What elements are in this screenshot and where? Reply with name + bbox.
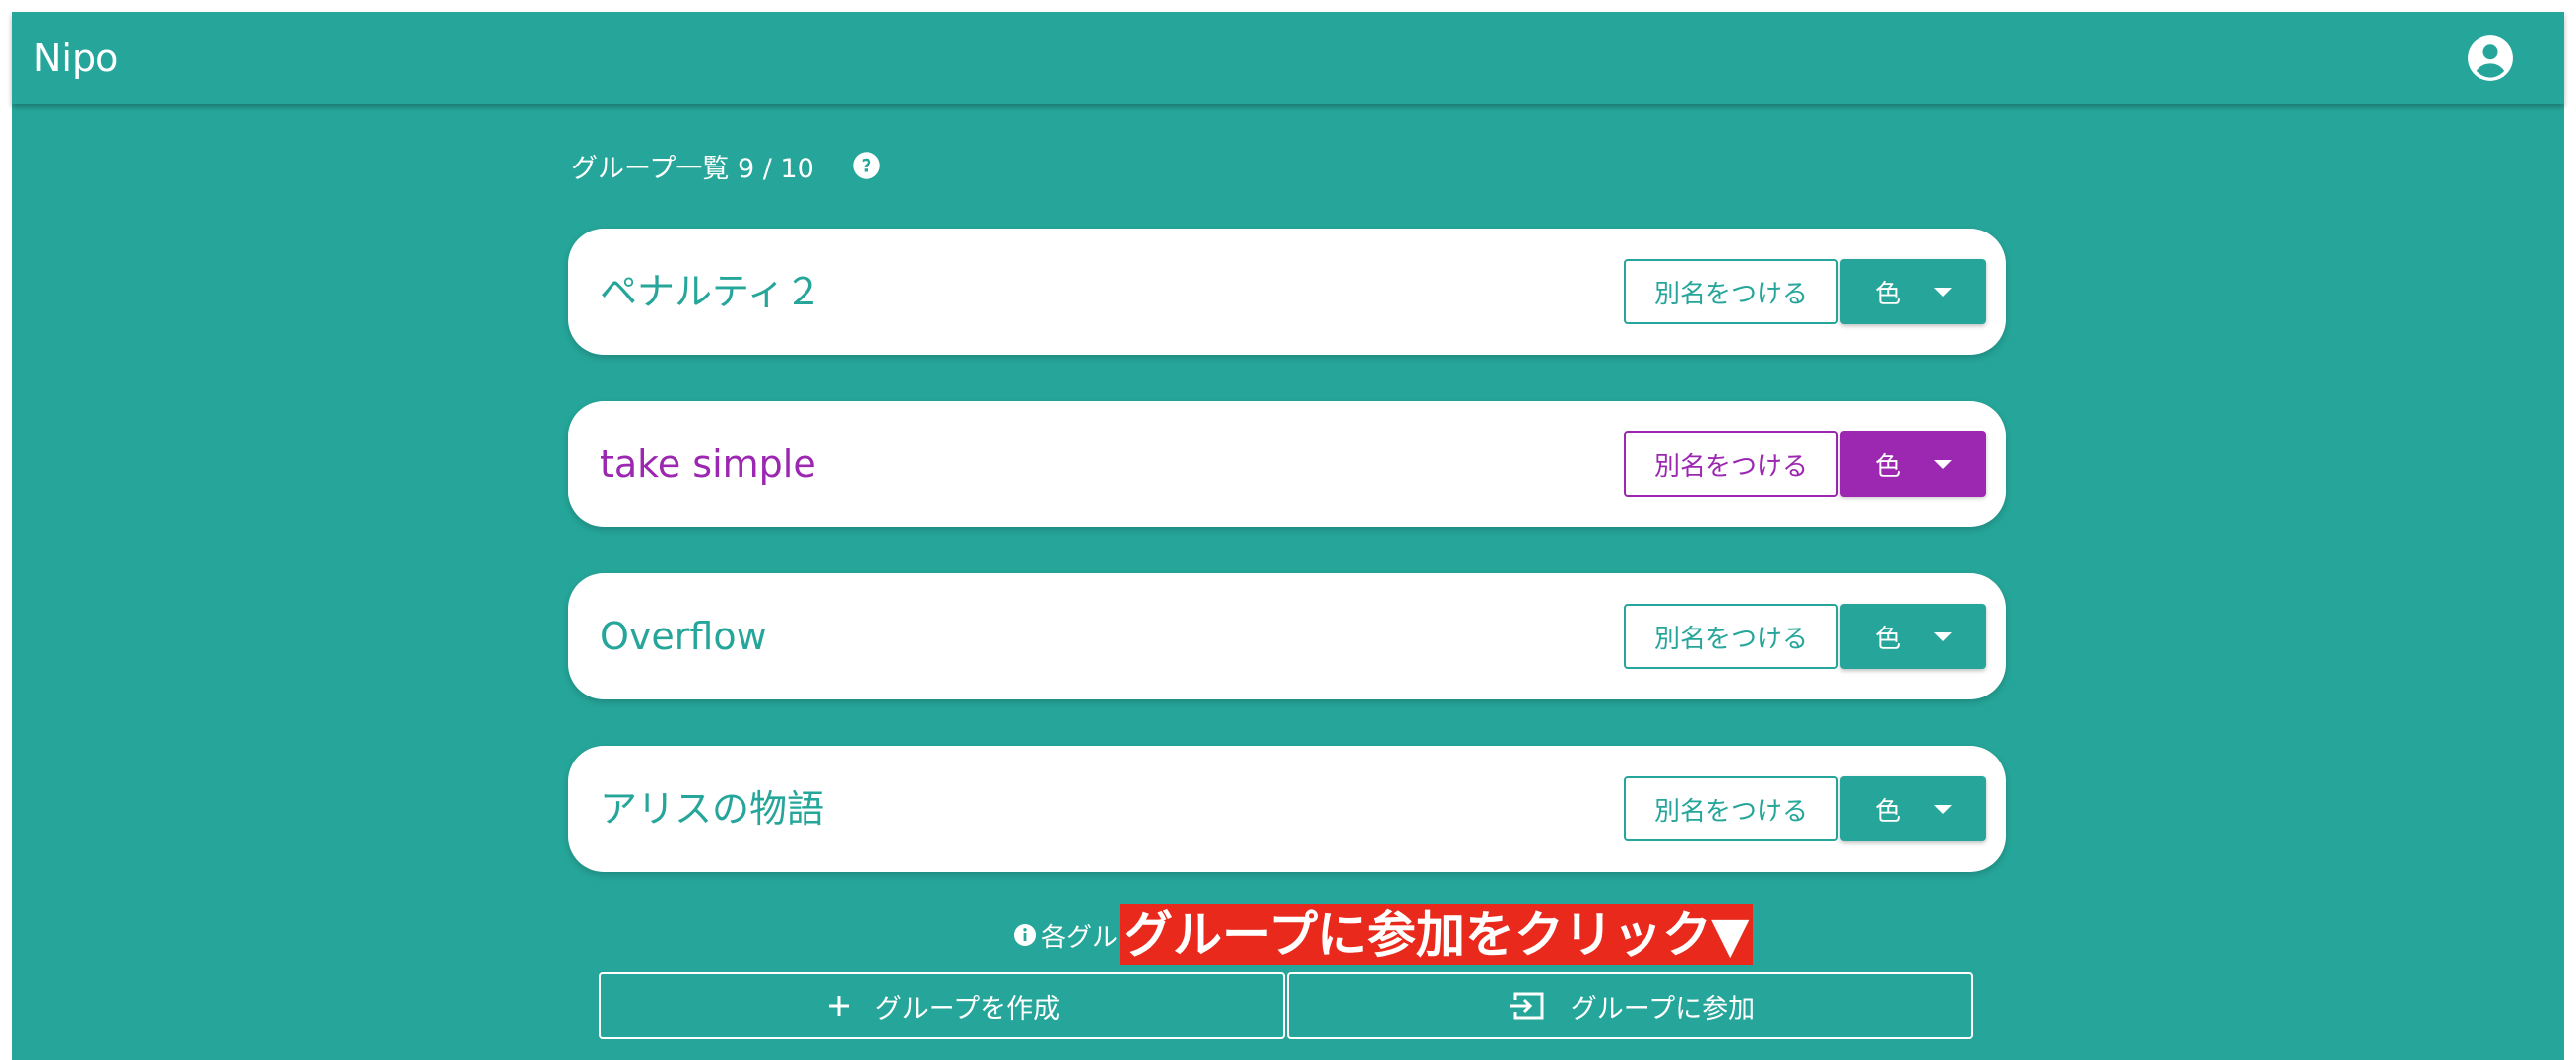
group-name[interactable]: アリスの物語 <box>600 746 824 872</box>
annotation-callout: グループに参加をクリック▼ <box>1120 904 1754 965</box>
group-list-header: グループ一覧 9 / 10 ? <box>571 146 881 185</box>
chevron-down-icon <box>1934 631 1952 641</box>
group-card: Overflow 別名をつける 色 <box>568 573 2006 699</box>
chevron-down-icon <box>1934 804 1952 814</box>
right-edge <box>2564 93 2576 187</box>
color-dropdown-button[interactable]: 色 <box>1840 604 1986 669</box>
group-name[interactable]: ペナルティ２ <box>600 229 822 355</box>
chevron-down-icon <box>1934 287 1952 297</box>
group-list-title: グループ一覧 9 / 10 <box>571 153 814 184</box>
join-group-button[interactable]: グループに参加 <box>1287 972 1973 1039</box>
alias-button[interactable]: 別名をつける <box>1624 259 1838 324</box>
color-dropdown-button[interactable]: 色 <box>1840 431 1986 497</box>
info-row: 各グル グループに参加をクリック▼ <box>1013 904 1754 965</box>
create-group-label: グループを作成 <box>874 993 1061 1025</box>
group-card: アリスの物語 別名をつける 色 <box>568 746 2006 872</box>
color-label: 色 <box>1874 451 1900 482</box>
left-edge <box>0 93 12 187</box>
group-card: ペナルティ２ 別名をつける 色 <box>568 229 2006 355</box>
color-dropdown-button[interactable]: 色 <box>1840 776 1986 841</box>
app-frame: Nipo グループ一覧 9 / 10 ? ペナルティ２ 別名をつける 色 tak… <box>12 12 2564 1060</box>
account-circle-icon[interactable] <box>2466 33 2515 83</box>
join-group-label: グループに参加 <box>1570 993 1756 1025</box>
group-name[interactable]: Overflow <box>600 573 767 699</box>
login-icon <box>1509 992 1544 1020</box>
main-content: グループ一覧 9 / 10 ? ペナルティ２ 別名をつける 色 take sim… <box>12 104 2564 1060</box>
color-label: 色 <box>1874 796 1900 827</box>
chevron-down-icon <box>1934 459 1952 469</box>
info-text: 各グル <box>1041 922 1119 953</box>
help-circle-icon[interactable]: ? <box>852 151 881 180</box>
alias-button[interactable]: 別名をつける <box>1624 776 1838 841</box>
info-icon <box>1013 923 1037 947</box>
app-title[interactable]: Nipo <box>33 12 118 104</box>
color-dropdown-button[interactable]: 色 <box>1840 259 1986 324</box>
svg-text:?: ? <box>861 156 871 176</box>
color-label: 色 <box>1874 624 1900 654</box>
color-label: 色 <box>1874 279 1900 309</box>
alias-button[interactable]: 別名をつける <box>1624 604 1838 669</box>
create-group-button[interactable]: グループを作成 <box>599 972 1285 1039</box>
group-name[interactable]: take simple <box>600 401 816 527</box>
group-card: take simple 別名をつける 色 <box>568 401 2006 527</box>
plus-icon <box>828 996 849 1016</box>
alias-button[interactable]: 別名をつける <box>1624 431 1838 497</box>
app-bar: Nipo <box>12 12 2564 104</box>
